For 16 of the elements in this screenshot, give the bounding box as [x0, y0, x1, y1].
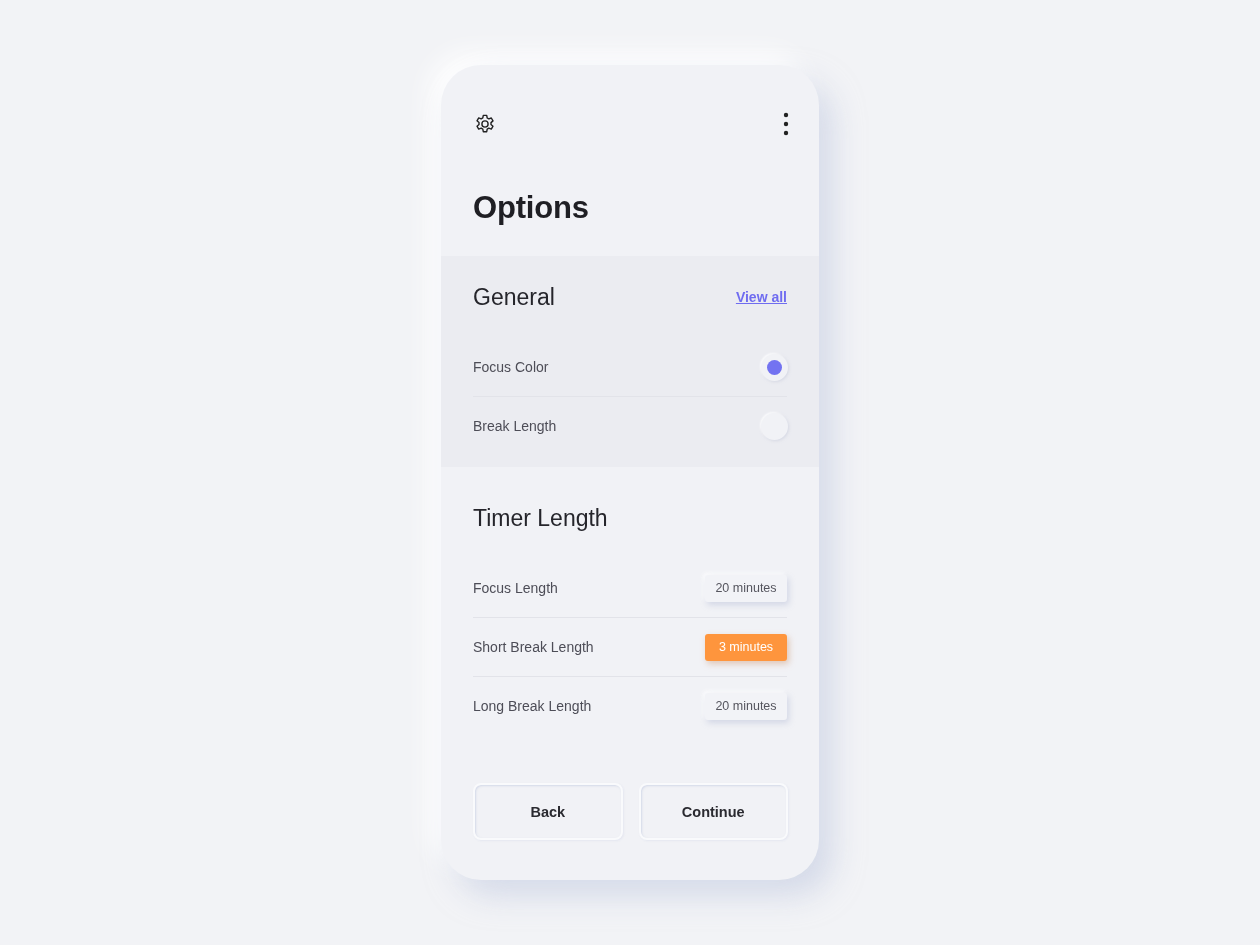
- radio-toggle[interactable]: [761, 353, 788, 381]
- radio-toggle[interactable]: [761, 412, 788, 440]
- setting-label: Short Break Length: [473, 639, 594, 655]
- more-icon[interactable]: [783, 112, 789, 136]
- duration-chip[interactable]: 20 minutes: [705, 692, 787, 720]
- setting-label: Focus Color: [473, 359, 549, 375]
- setting-label: Break Length: [473, 418, 557, 434]
- back-button[interactable]: Back: [473, 783, 623, 840]
- setting-label: Focus Length: [473, 580, 558, 596]
- section-heading: Timer Length: [473, 504, 608, 533]
- view-all-link[interactable]: View all: [735, 289, 787, 305]
- continue-button[interactable]: Continue: [638, 783, 788, 840]
- section-heading: General: [473, 283, 555, 312]
- setting-label: Long Break Length: [473, 698, 592, 714]
- page-title: Options: [473, 189, 589, 227]
- duration-chip[interactable]: 20 minutes: [705, 574, 787, 602]
